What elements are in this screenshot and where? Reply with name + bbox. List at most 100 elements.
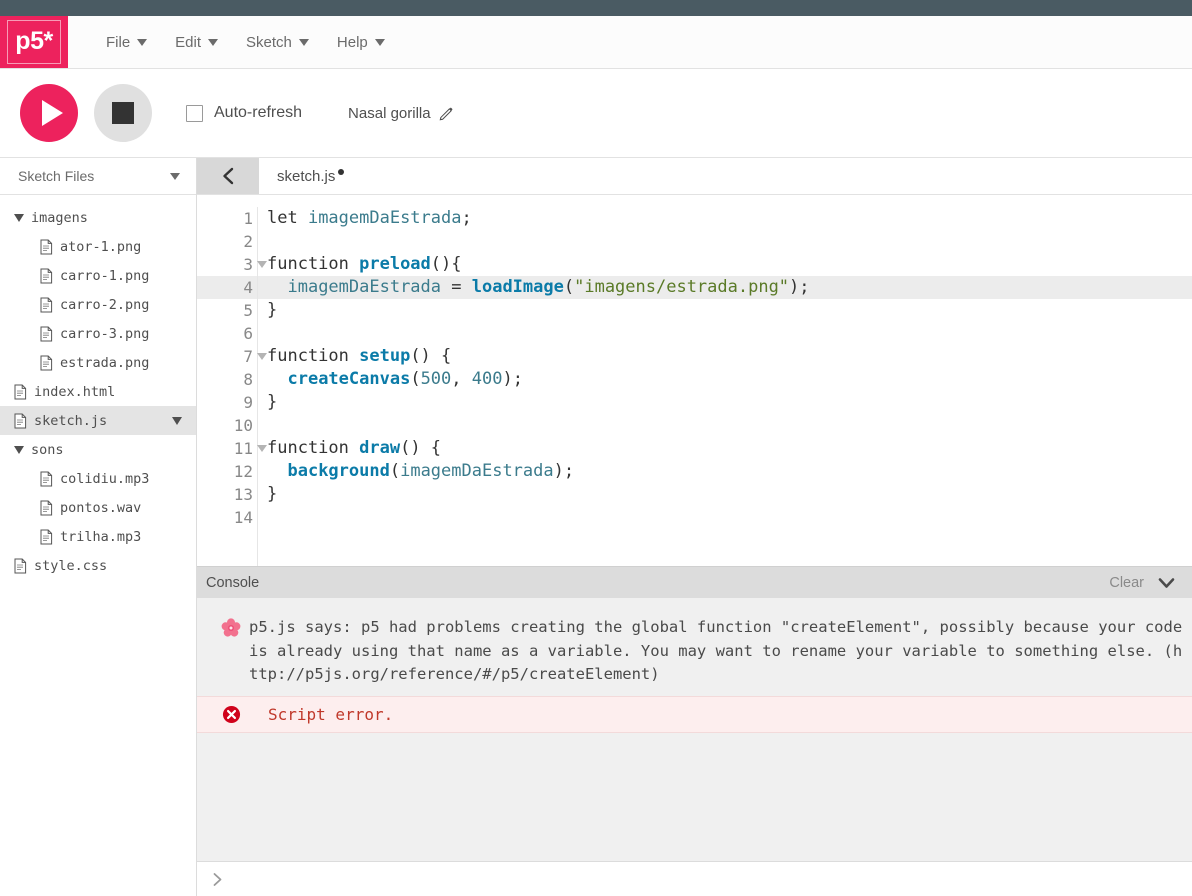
code-token-num: 400 — [471, 369, 503, 389]
sketch-name-field[interactable]: Nasal gorilla — [348, 105, 454, 122]
menu-item-label: Sketch — [246, 33, 292, 51]
menu-item-label: File — [106, 33, 131, 51]
code-line[interactable]: function draw() { — [267, 437, 1192, 460]
file-tree-item-sketch-js[interactable]: sketch.js — [0, 406, 196, 435]
file-tree-item-estrada-png[interactable]: estrada.png — [0, 348, 196, 377]
code-lines[interactable]: let imagemDaEstrada; function preload(){… — [258, 207, 1192, 566]
code-token-punct: ); — [502, 369, 523, 389]
line-number-text: 8 — [243, 370, 253, 389]
code-line[interactable]: let imagemDaEstrada; — [267, 207, 1192, 230]
file-tree-item-carro-3-png[interactable]: carro-3.png — [0, 319, 196, 348]
code-line[interactable] — [267, 506, 1192, 529]
code-line[interactable]: } — [267, 391, 1192, 414]
triangle-down-icon[interactable] — [14, 445, 24, 454]
line-number: 2 — [197, 230, 257, 253]
console-message-error: Script error. — [197, 695, 1192, 733]
file-tree-item-trilha-mp3[interactable]: trilha.mp3 — [0, 522, 196, 551]
fold-triangle-icon[interactable] — [257, 353, 267, 360]
unsaved-indicator-icon — [338, 168, 345, 175]
file-tree-item-ator-1-png[interactable]: ator-1.png — [0, 232, 196, 261]
play-button[interactable] — [20, 84, 78, 142]
code-line[interactable]: background(imagemDaEstrada); — [267, 460, 1192, 483]
code-line[interactable]: } — [267, 299, 1192, 322]
line-number-text: 1 — [243, 209, 253, 228]
menu-item-label: Edit — [175, 33, 202, 51]
triangle-down-icon[interactable] — [14, 213, 24, 222]
menu-bar: File Edit Sketch Help — [68, 16, 399, 68]
file-icon — [40, 355, 53, 370]
file-tree-item-carro-2-png[interactable]: carro-2.png — [0, 290, 196, 319]
console-output[interactable]: p5.js says: p5 had problems creating the… — [197, 598, 1192, 861]
code-line[interactable] — [267, 230, 1192, 253]
line-number: 9 — [197, 391, 257, 414]
chevron-down-icon[interactable] — [170, 172, 180, 180]
file-tree-item-label: ator-1.png — [60, 238, 142, 255]
code-line[interactable] — [267, 322, 1192, 345]
file-tree-item-label: carro-1.png — [60, 267, 150, 284]
line-number-text: 9 — [243, 393, 253, 412]
file-tree-item-pontos-wav[interactable]: pontos.wav — [0, 493, 196, 522]
file-icon — [40, 239, 53, 254]
menu-item-help[interactable]: Help — [323, 30, 399, 55]
menu-item-sketch[interactable]: Sketch — [232, 30, 323, 55]
line-number: 8 — [197, 368, 257, 391]
line-number: 11 — [197, 437, 267, 460]
code-editor[interactable]: 1 2 3 4 5 6 7 8 9 10 11 12 13 14 let imagemDaEstrada;… — [197, 195, 1192, 566]
sidebar-header[interactable]: Sketch Files — [0, 158, 196, 195]
file-tree-item-label: pontos.wav — [60, 499, 142, 516]
file-icon — [14, 558, 27, 573]
line-number: 7 — [197, 345, 267, 368]
file-options-chevron-down-icon[interactable] — [172, 416, 182, 425]
line-number: 6 — [197, 322, 257, 345]
code-token-fn: setup — [359, 346, 411, 366]
file-icon — [40, 326, 53, 341]
file-icon — [40, 529, 53, 544]
file-tree-item-imagens[interactable]: imagens — [0, 203, 196, 232]
menu-item-file[interactable]: File — [92, 30, 161, 55]
auto-refresh-checkbox[interactable] — [186, 104, 203, 122]
sidebar-collapse-button[interactable] — [197, 158, 259, 194]
fold-triangle-icon[interactable] — [257, 261, 267, 268]
menu-item-edit[interactable]: Edit — [161, 30, 232, 55]
chevron-down-icon — [137, 38, 148, 46]
code-line[interactable]: function preload(){ — [267, 253, 1192, 276]
line-number: 10 — [197, 414, 257, 437]
tab-sketch-js[interactable]: sketch.js — [259, 158, 360, 194]
code-line[interactable]: } — [267, 483, 1192, 506]
file-tree-item-label: colidiu.mp3 — [60, 470, 150, 487]
code-token-punct: () { — [400, 438, 442, 458]
code-token-kw: function — [267, 254, 360, 274]
file-tree-item-sons[interactable]: sons — [0, 435, 196, 464]
code-token-fn: background — [287, 461, 390, 481]
stop-button[interactable] — [94, 84, 152, 142]
file-tree-item-index-html[interactable]: index.html — [0, 377, 196, 406]
file-tree-item-colidiu-mp3[interactable]: colidiu.mp3 — [0, 464, 196, 493]
code-token-kw — [267, 277, 287, 297]
console-clear-button[interactable]: Clear — [1109, 575, 1144, 591]
p5-logo[interactable]: p5* — [0, 16, 68, 68]
line-number-text: 14 — [233, 508, 253, 527]
menu-item-label: Help — [336, 33, 368, 51]
code-line[interactable]: function setup() { — [267, 345, 1192, 368]
chevron-down-icon[interactable] — [1157, 576, 1176, 590]
code-token-punct: , — [451, 369, 472, 389]
file-tree-item-label: index.html — [34, 383, 116, 400]
file-tree-item-style-css[interactable]: style.css — [0, 551, 196, 580]
code-line[interactable] — [267, 414, 1192, 437]
code-line[interactable]: imagemDaEstrada = loadImage("imagens/est… — [258, 276, 1192, 299]
file-tree-item-carro-1-png[interactable]: carro-1.png — [0, 261, 196, 290]
line-number-text: 11 — [233, 439, 253, 458]
chevron-down-icon — [208, 38, 219, 46]
file-icon — [14, 413, 27, 428]
pencil-icon[interactable] — [439, 106, 454, 121]
line-number-text: 2 — [243, 232, 253, 251]
main-panel: sketch.js 1 2 3 4 5 6 7 8 9 10 11 12 13 14 let imagem… — [197, 158, 1192, 896]
file-icon — [40, 500, 53, 515]
fold-triangle-icon[interactable] — [257, 445, 267, 452]
code-line[interactable]: createCanvas(500, 400); — [267, 368, 1192, 391]
code-token-fn: loadImage — [471, 277, 564, 297]
console-input-row[interactable] — [197, 861, 1192, 896]
auto-refresh-toggle[interactable]: Auto-refresh — [186, 104, 302, 122]
console-panel: Console Clear p5.js says: p5 had problem… — [197, 566, 1192, 896]
file-tree-item-label: estrada.png — [60, 354, 150, 371]
